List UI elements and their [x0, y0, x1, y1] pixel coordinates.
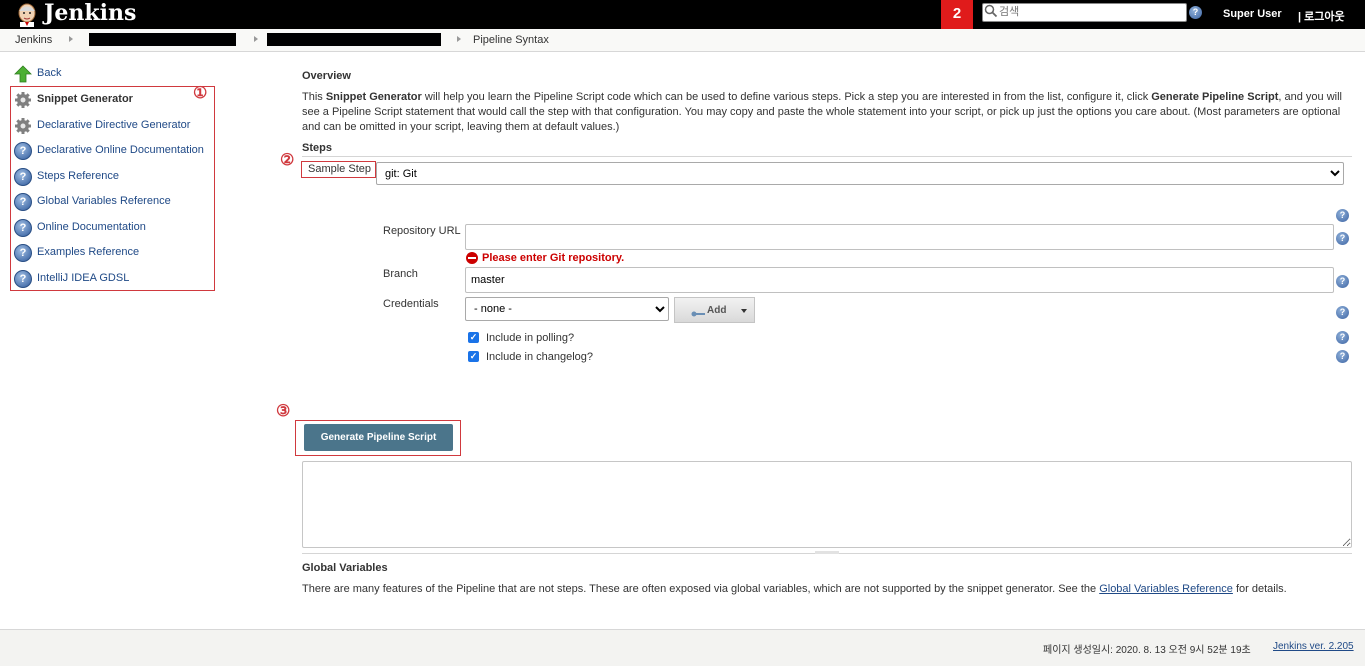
breadcrumb-arrow-icon[interactable] [457, 36, 461, 42]
side-item-label: Online Documentation [37, 221, 146, 233]
up-arrow-icon [14, 65, 32, 83]
overview-title: Overview [302, 70, 351, 82]
help-icon: ? [14, 219, 32, 237]
gear-icon [14, 117, 32, 135]
page-generated-timestamp: 페이지 생성일시: 2020. 8. 13 오전 9시 52분 19초 [1043, 645, 1251, 656]
overview-text-part: will help you learn the Pipeline Script … [421, 91, 1152, 103]
breadcrumb-arrow-icon[interactable] [254, 36, 258, 42]
annotation-marker-2: ② [280, 152, 295, 169]
annotation-marker-1: ① [193, 85, 208, 102]
side-item-label: Declarative Online Documentation [37, 144, 204, 156]
overview-text-part: This [302, 91, 326, 103]
search-help-icon[interactable]: ? [1189, 6, 1202, 19]
global-variables-title: Global Variables [302, 562, 388, 574]
side-item-label: Snippet Generator [37, 93, 133, 105]
resize-grip[interactable] [815, 551, 839, 554]
breadcrumb-item-pipeline-syntax[interactable]: Pipeline Syntax [473, 34, 549, 46]
include-changelog-label: Include in changelog? [486, 351, 594, 363]
credentials-select[interactable]: - none - [465, 297, 669, 321]
include-changelog-checkbox[interactable]: ✓ [468, 351, 479, 362]
key-icon [691, 308, 705, 317]
help-icon: ? [14, 244, 32, 262]
user-link[interactable]: Super User [1223, 8, 1282, 20]
global-variables-reference-link[interactable]: Global Variables Reference [1099, 583, 1233, 595]
repository-url-error: Please enter Git repository. [482, 252, 625, 264]
help-icon[interactable]: ? [1336, 209, 1349, 222]
side-item-label: Steps Reference [37, 170, 119, 182]
side-item-label: Examples Reference [37, 246, 140, 258]
help-icon[interactable]: ? [1336, 350, 1349, 363]
breadcrumb-item-jenkins[interactable]: Jenkins [15, 34, 52, 46]
include-polling-checkbox[interactable]: ✓ [468, 332, 479, 343]
help-icon: ? [14, 270, 32, 288]
overview-text: This Snippet Generator will help you lea… [302, 90, 1352, 135]
branch-label: Branch [383, 268, 418, 280]
gear-icon [14, 91, 32, 109]
help-icon[interactable]: ? [1336, 275, 1349, 288]
help-icon[interactable]: ? [1336, 331, 1349, 344]
repository-url-input[interactable] [465, 224, 1334, 250]
error-icon [466, 252, 478, 264]
credentials-label: Credentials [383, 298, 439, 310]
help-icon: ? [14, 168, 32, 186]
breadcrumb-arrow-icon[interactable] [69, 36, 73, 42]
help-icon: ? [14, 142, 32, 160]
global-variables-text-part: There are many features of the Pipeline … [302, 583, 1100, 595]
help-icon: ? [14, 193, 32, 211]
repository-url-label: Repository URL [383, 225, 461, 237]
caret-down-icon[interactable] [741, 309, 747, 313]
side-item-label: Global Variables Reference [37, 195, 171, 207]
logout-link[interactable]: | 로그아웃 [1298, 8, 1345, 24]
add-credentials-label: Add [707, 305, 727, 316]
side-item-label: IntelliJ IDEA GDSL [37, 272, 130, 284]
notification-badge[interactable]: 2 [941, 0, 973, 29]
search-input[interactable] [999, 4, 1179, 19]
redacted-breadcrumb-item[interactable] [267, 33, 441, 46]
annotation-box-sidebar [10, 86, 215, 291]
steps-divider [302, 156, 1352, 157]
branch-input[interactable] [465, 267, 1334, 293]
annotation-marker-3: ③ [276, 403, 291, 420]
help-icon[interactable]: ? [1336, 232, 1349, 245]
overview-bold-snippet-generator: Snippet Generator [325, 91, 422, 103]
pipeline-script-output[interactable] [302, 461, 1352, 548]
sample-step-label: Sample Step [308, 163, 371, 175]
overview-bold-generate: Generate Pipeline Script [1151, 91, 1279, 103]
jenkins-version-link[interactable]: Jenkins ver. 2.205 [1273, 641, 1354, 652]
side-item-label: Back [37, 67, 62, 79]
steps-title: Steps [302, 142, 332, 154]
jenkins-butler-logo-icon[interactable] [15, 2, 39, 27]
generate-pipeline-script-button[interactable]: Generate Pipeline Script [304, 424, 453, 451]
sample-step-select[interactable]: git: Git [376, 162, 1344, 185]
help-icon[interactable]: ? [1336, 306, 1349, 319]
global-variables-text: There are many features of the Pipeline … [302, 583, 1287, 595]
include-polling-label: Include in polling? [486, 332, 575, 344]
redacted-breadcrumb-item[interactable] [89, 33, 236, 46]
global-variables-text-part: for details. [1232, 583, 1287, 595]
side-item-label: Declarative Directive Generator [37, 119, 191, 131]
jenkins-logo-text[interactable]: Jenkins [44, 0, 136, 26]
search-icon [984, 4, 998, 18]
